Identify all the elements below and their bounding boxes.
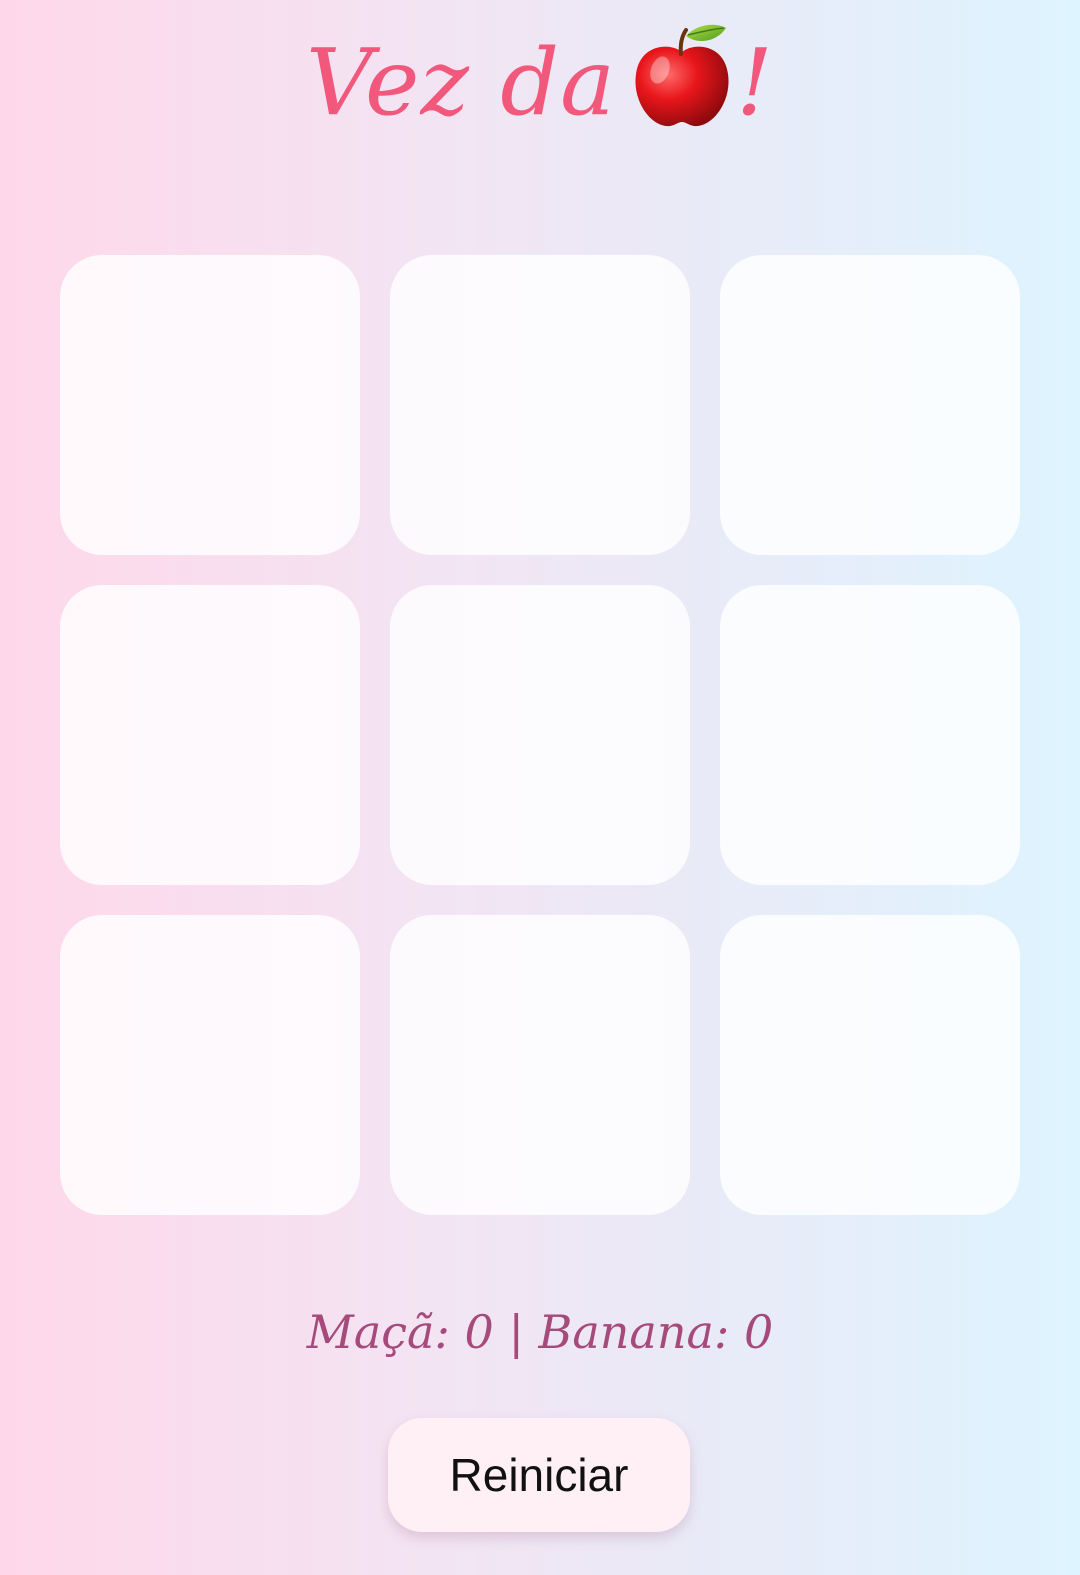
game-board bbox=[60, 255, 1020, 1215]
board-cell-3[interactable] bbox=[720, 255, 1020, 555]
turn-title: Vez da ! bbox=[0, 18, 1080, 148]
board-cell-9[interactable] bbox=[720, 915, 1020, 1215]
restart-button[interactable]: Reiniciar bbox=[388, 1418, 690, 1532]
board-cell-7[interactable] bbox=[60, 915, 360, 1215]
board-cell-4[interactable] bbox=[60, 585, 360, 885]
board-cell-5[interactable] bbox=[390, 585, 690, 885]
turn-suffix: ! bbox=[735, 29, 774, 136]
board-cell-6[interactable] bbox=[720, 585, 1020, 885]
board-cell-8[interactable] bbox=[390, 915, 690, 1215]
scoreboard: Maçã: 0 | Banana: 0 bbox=[306, 1305, 774, 1359]
board-cell-1[interactable] bbox=[60, 255, 360, 555]
red-apple-icon bbox=[630, 22, 734, 130]
board-cell-2[interactable] bbox=[390, 255, 690, 555]
turn-prefix: Vez da bbox=[306, 29, 616, 136]
